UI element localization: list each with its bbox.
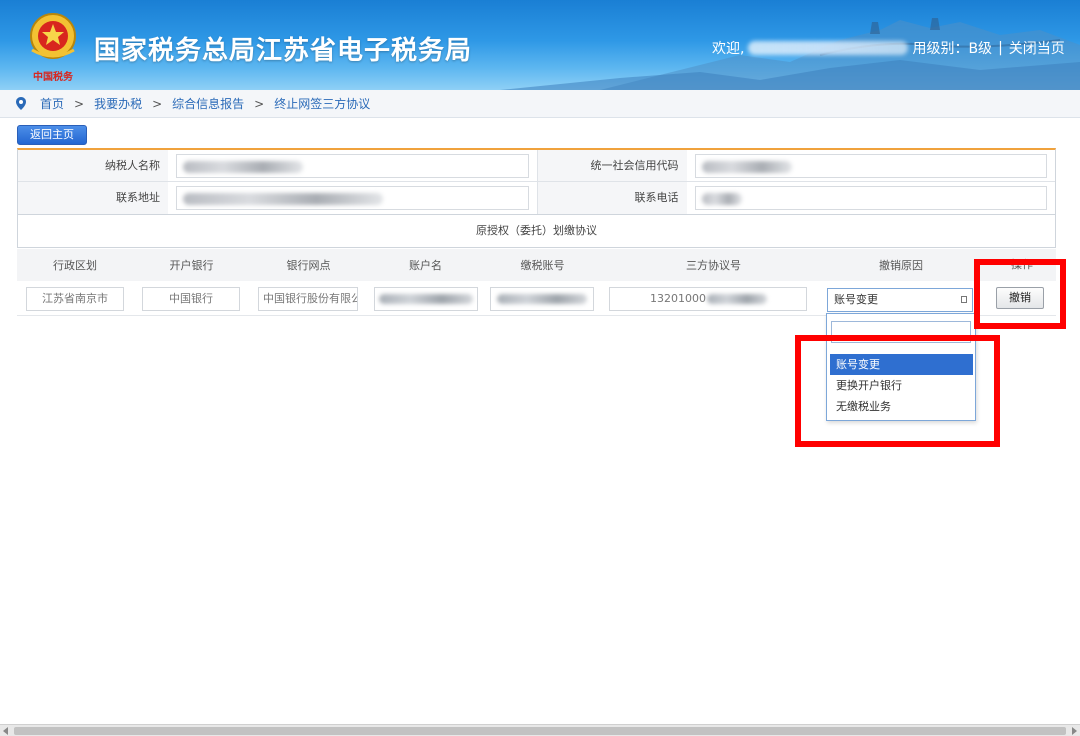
redacted-account-number bbox=[497, 294, 587, 304]
col-bank: 开户银行 bbox=[169, 259, 214, 272]
address-label: 联系地址 bbox=[18, 182, 168, 214]
redacted-username bbox=[748, 41, 909, 55]
agreement-grid-header: 行政区划 开户银行 银行网点 账户名 缴税账号 三方协议号 撤销原因 bbox=[17, 249, 1056, 281]
redacted-account-name bbox=[379, 294, 473, 304]
tax-emblem-icon: 中国税务 bbox=[30, 13, 76, 83]
agreement-section-title: 原授权（委托）划缴协议 bbox=[17, 214, 1056, 248]
phone-label: 联系电话 bbox=[536, 182, 687, 214]
region-cell: 江苏省南京市 bbox=[26, 287, 124, 311]
taxpayer-info-table: 纳税人名称 统一社会信用代码 联系地址 联系电话 bbox=[17, 148, 1056, 215]
revoke-reason-select[interactable]: 账号变更 bbox=[827, 288, 973, 312]
col-branch: 银行网点 bbox=[286, 259, 331, 272]
breadcrumb-separator: > bbox=[254, 96, 265, 111]
branch-cell: 中国银行股份有限公 bbox=[258, 287, 358, 311]
scroll-right-icon[interactable] bbox=[1072, 727, 1077, 735]
redacted-value bbox=[183, 161, 303, 173]
taxpayer-name-field bbox=[176, 154, 529, 178]
taxpayer-name-cell bbox=[168, 150, 537, 181]
redacted-value bbox=[701, 161, 792, 173]
credit-code-label: 统一社会信用代码 bbox=[536, 150, 687, 181]
credit-code-cell bbox=[687, 150, 1056, 181]
credit-level: 用级别：B级 bbox=[912, 41, 993, 57]
horizontal-scrollbar[interactable] bbox=[0, 724, 1080, 736]
bank-cell: 中国银行 bbox=[142, 287, 240, 311]
col-account-name: 账户名 bbox=[409, 259, 442, 272]
scrollbar-thumb[interactable] bbox=[14, 727, 1066, 735]
breadcrumb-separator: > bbox=[74, 96, 85, 111]
site-header: 中国税务 国家税务总局江苏省电子税务局 欢迎, 用级别：B级 | 关闭当页 bbox=[0, 0, 1080, 90]
col-action: 操作 bbox=[1011, 258, 1033, 271]
breadcrumb-info-report[interactable]: 综合信息报告 bbox=[172, 95, 244, 112]
dropdown-filter-input[interactable] bbox=[831, 321, 971, 343]
scroll-left-icon[interactable] bbox=[3, 727, 8, 735]
taxpayer-name-label: 纳税人名称 bbox=[18, 150, 168, 181]
revoke-reason-dropdown: 账号变更 更换开户银行 无缴税业务 bbox=[826, 313, 976, 421]
redacted-value bbox=[701, 193, 742, 205]
info-row: 纳税人名称 统一社会信用代码 bbox=[18, 150, 1055, 182]
col-revoke-reason: 撤销原因 bbox=[879, 259, 923, 272]
col-agreement-number: 三方协议号 bbox=[686, 259, 741, 272]
back-home-button[interactable]: 返回主页 bbox=[17, 125, 87, 145]
close-page-link[interactable]: 关闭当页 bbox=[1009, 38, 1065, 58]
option-change-bank[interactable]: 更换开户银行 bbox=[830, 375, 973, 396]
credit-code-field bbox=[694, 154, 1047, 178]
selected-reason: 账号变更 bbox=[834, 293, 878, 306]
breadcrumb-separator: > bbox=[152, 96, 163, 111]
user-bar: 欢迎, 用级别：B级 | 关闭当页 bbox=[712, 38, 1065, 58]
breadcrumb-home[interactable]: 首页 bbox=[40, 95, 64, 112]
phone-field bbox=[694, 186, 1047, 210]
header-separator: | bbox=[998, 40, 1003, 56]
breadcrumb: 首页 > 我要办税 > 综合信息报告 > 终止网签三方协议 bbox=[0, 90, 1080, 118]
location-pin-icon bbox=[16, 97, 26, 110]
col-account-number: 缴税账号 bbox=[520, 259, 565, 272]
redacted-value bbox=[183, 193, 383, 205]
site-title: 国家税务总局江苏省电子税务局 bbox=[94, 36, 473, 66]
option-account-change[interactable]: 账号变更 bbox=[830, 354, 973, 375]
emblem-text: 中国税务 bbox=[33, 70, 74, 83]
option-no-tax-business[interactable]: 无缴税业务 bbox=[830, 396, 973, 417]
breadcrumb-current: 终止网签三方协议 bbox=[274, 97, 371, 111]
revoke-button[interactable]: 撤销 bbox=[996, 287, 1044, 309]
address-field bbox=[176, 186, 529, 210]
address-cell bbox=[168, 182, 537, 214]
phone-cell bbox=[687, 182, 1056, 214]
col-region: 行政区划 bbox=[53, 259, 97, 272]
redacted-agreement-suffix bbox=[707, 294, 767, 304]
dropdown-arrow-icon bbox=[961, 296, 967, 303]
info-row: 联系地址 联系电话 bbox=[18, 182, 1055, 214]
breadcrumb-tax-handling[interactable]: 我要办税 bbox=[94, 95, 142, 112]
welcome-text: 欢迎, bbox=[712, 41, 745, 57]
